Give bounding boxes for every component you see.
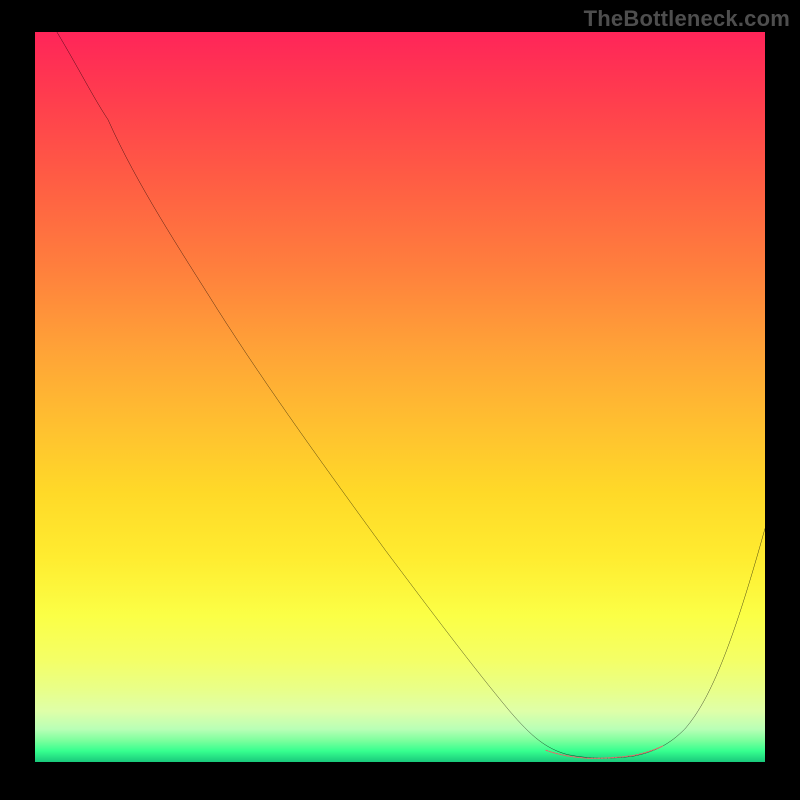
chart-stage: TheBottleneck.com [0,0,800,800]
flat-segment-highlight-path [546,746,663,758]
curve-overlay [35,32,765,762]
watermark-text: TheBottleneck.com [584,6,790,32]
plot-area [35,32,765,762]
bottleneck-curve-path [57,32,765,758]
